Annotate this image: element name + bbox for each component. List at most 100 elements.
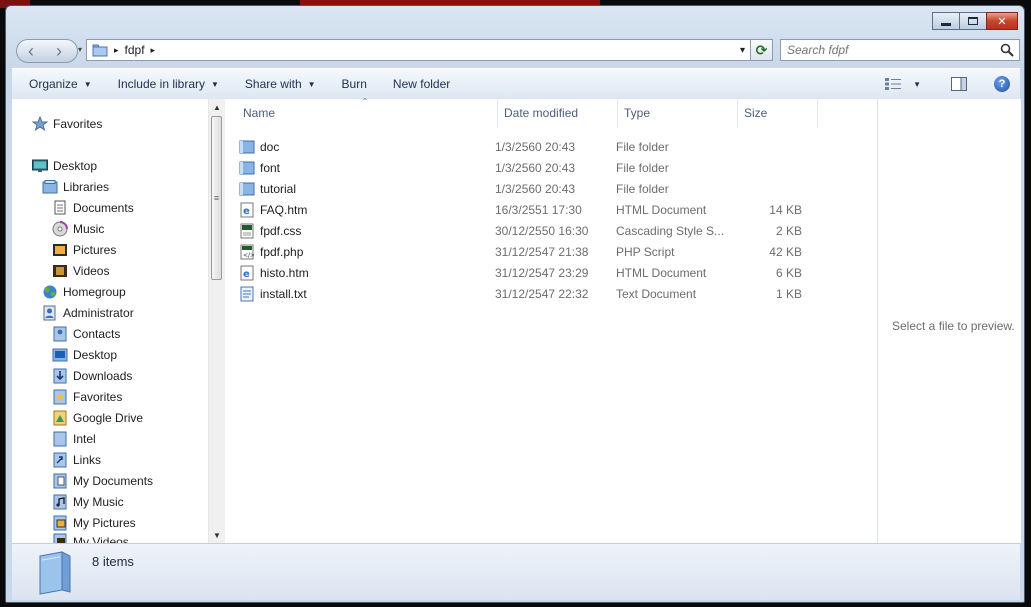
burn-button[interactable]: Burn <box>329 69 380 99</box>
nav-my-videos[interactable]: My Videos <box>52 533 129 543</box>
nav-desktop[interactable]: Desktop <box>32 155 97 176</box>
toolbar-right-group: ▼ ? <box>885 69 1020 99</box>
nav-label: Pictures <box>73 242 117 257</box>
desktop-icon <box>52 347 68 363</box>
nav-label: My Pictures <box>73 515 136 530</box>
file-date: 31/12/2547 21:38 <box>495 244 589 259</box>
column-header-date[interactable]: Date modified <box>498 99 618 127</box>
nav-label: Videos <box>73 263 110 278</box>
svg-text:e: e <box>243 269 250 280</box>
search-icon[interactable] <box>1000 43 1014 57</box>
file-type: File folder <box>616 139 669 154</box>
svg-text:e: e <box>243 206 250 217</box>
nav-intel[interactable]: Intel <box>52 428 96 449</box>
search-input[interactable] <box>781 42 999 58</box>
folder-icon <box>239 181 255 197</box>
nav-favorites[interactable]: Favorites <box>32 113 102 134</box>
nav-google-drive[interactable]: Google Drive <box>52 407 143 428</box>
include-in-library-button[interactable]: Include in library ▼ <box>105 69 232 99</box>
navigation-buttons: ‹ › <box>16 39 78 63</box>
file-name: doc <box>260 139 280 154</box>
search-box <box>780 39 1020 61</box>
documents-icon <box>52 200 68 216</box>
breadcrumb-fdpf[interactable]: fdpf <box>125 43 145 57</box>
caption-buttons: ✕ <box>932 12 1018 30</box>
favorites-icon <box>52 389 68 405</box>
file-size: 42 KB <box>769 244 802 259</box>
dropdown-arrow-icon: ▼ <box>83 79 92 89</box>
share-with-button[interactable]: Share with ▼ <box>232 69 329 99</box>
nav-label: Desktop <box>73 347 118 362</box>
item-count: 8 items <box>92 554 134 569</box>
column-header-label: Type <box>624 106 651 120</box>
back-button[interactable]: ‹ <box>17 40 45 62</box>
column-header-name[interactable]: Name ˆ <box>237 96 498 127</box>
column-header-size[interactable]: Size <box>738 99 818 127</box>
close-button[interactable]: ✕ <box>986 12 1018 30</box>
column-header-type[interactable]: Type <box>618 99 738 127</box>
nav-music[interactable]: Music <box>52 218 104 239</box>
recent-pages-dropdown[interactable]: ▾ <box>78 45 82 54</box>
scroll-thumb[interactable]: ≡ <box>211 116 222 280</box>
nav-label: Libraries <box>63 179 110 194</box>
nav-label: Downloads <box>73 368 133 383</box>
help-button[interactable]: ? <box>994 76 1010 92</box>
user-icon <box>42 305 58 321</box>
file-row[interactable]: font 1/3/2560 20:43 File folder <box>239 157 879 178</box>
contacts-icon <box>52 326 68 342</box>
preview-pane-button[interactable] <box>951 77 967 91</box>
downloads-icon <box>52 368 68 384</box>
nav-links[interactable]: Links <box>52 449 101 470</box>
file-row[interactable]: e FAQ.htm 16/3/2551 17:30 HTML Document … <box>239 199 879 220</box>
nav-favorites-2[interactable]: Favorites <box>52 386 122 407</box>
nav-pictures[interactable]: Pictures <box>52 239 116 260</box>
nav-administrator[interactable]: Administrator <box>42 302 134 323</box>
new-folder-label: New folder <box>392 77 451 91</box>
php-file-icon: </> <box>239 244 255 260</box>
nav-videos[interactable]: Videos <box>52 260 109 281</box>
address-dropdown-icon[interactable]: ▾ <box>740 45 745 56</box>
organize-button[interactable]: Organize ▼ <box>12 69 105 99</box>
nav-documents[interactable]: Documents <box>52 197 134 218</box>
links-icon <box>52 452 68 468</box>
navigation-scrollbar[interactable]: ▲ ≡ ▼ <box>208 99 225 543</box>
file-row[interactable]: fpdf.css 30/12/2550 16:30 Cascading Styl… <box>239 220 879 241</box>
star-icon <box>32 115 48 132</box>
breadcrumb-separator[interactable]: ▸ <box>151 45 156 56</box>
nav-my-music[interactable]: My Music <box>52 491 124 512</box>
forward-button[interactable]: › <box>45 40 73 62</box>
new-folder-button[interactable]: New folder <box>380 69 463 99</box>
nav-my-pictures[interactable]: My Pictures <box>52 512 136 533</box>
change-view-button[interactable]: ▼ <box>885 78 921 90</box>
refresh-icon: ⟳ <box>755 41 768 58</box>
nav-label: Google Drive <box>73 410 144 425</box>
minimize-button[interactable] <box>932 12 960 30</box>
file-row[interactable]: </> fpdf.php 31/12/2547 21:38 PHP Script… <box>239 241 879 262</box>
preview-pane: Select a file to preview. <box>877 99 1021 543</box>
folder-large-icon <box>36 550 74 599</box>
nav-desktop-2[interactable]: Desktop <box>52 344 117 365</box>
nav-label: My Music <box>73 494 124 509</box>
nav-homegroup[interactable]: Homegroup <box>42 281 126 302</box>
help-glyph: ? <box>998 78 1006 90</box>
scroll-down-arrow[interactable]: ▼ <box>209 527 225 543</box>
refresh-button[interactable]: ⟳ <box>751 39 773 61</box>
file-row[interactable]: install.txt 31/12/2547 22:32 Text Docume… <box>239 283 879 304</box>
maximize-button[interactable] <box>959 12 987 30</box>
view-list-icon <box>885 78 902 90</box>
file-row[interactable]: e histo.htm 31/12/2547 23:29 HTML Docume… <box>239 262 879 283</box>
file-date: 31/12/2547 23:29 <box>495 265 589 280</box>
nav-my-documents[interactable]: My Documents <box>52 470 153 491</box>
nav-label: My Videos <box>73 535 129 543</box>
nav-downloads[interactable]: Downloads <box>52 365 132 386</box>
file-row[interactable]: doc 1/3/2560 20:43 File folder <box>239 136 879 157</box>
minimize-icon <box>941 22 951 26</box>
file-list: Name ˆ Date modified Type Size doc 1/3/2… <box>225 96 879 543</box>
address-field[interactable]: ▸ fdpf ▸ ▾ <box>86 39 751 61</box>
file-row[interactable]: tutorial 1/3/2560 20:43 File folder <box>239 178 879 199</box>
library-icon <box>42 179 58 195</box>
nav-contacts[interactable]: Contacts <box>52 323 120 344</box>
nav-libraries[interactable]: Libraries <box>42 176 109 197</box>
scroll-up-arrow[interactable]: ▲ <box>209 99 225 115</box>
breadcrumb-separator[interactable]: ▸ <box>114 45 119 56</box>
